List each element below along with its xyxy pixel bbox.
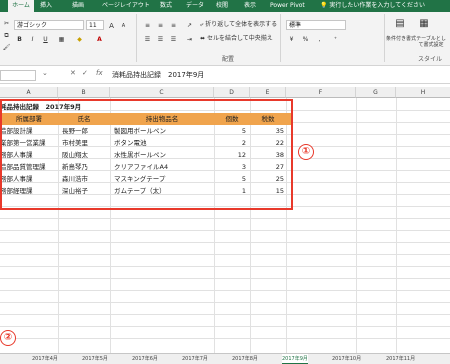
sheet-tab-bar: 2017年4月 2017年5月 2017年6月 2017年7月 2017年8月 …: [0, 353, 450, 364]
orientation-icon[interactable]: ↗: [184, 20, 195, 31]
merge-center-button[interactable]: ⬌ セルを結合して中央揃え: [200, 34, 273, 44]
shrink-font-icon[interactable]: A: [118, 20, 129, 31]
align-right-icon[interactable]: ☰: [168, 34, 179, 45]
tab-review[interactable]: 校閲: [216, 0, 228, 12]
fill-color-icon[interactable]: ◆: [74, 34, 85, 45]
sheet-tab[interactable]: 2017年8月: [232, 354, 258, 364]
borders-icon[interactable]: ▦: [56, 34, 67, 45]
merge-center-label: セルを結合して中央揃え: [206, 35, 273, 42]
ribbon-tab-bar: ホーム 挿入 描画 ページレイアウト 数式 データ 校閲 表示 Power Pi…: [0, 0, 450, 12]
ribbon-home: ✂ ⧉ 🖌 游ゴシック 11 A A B I U ▦ ◆ A ≡ ≡ ≡ ↗ ☰…: [0, 12, 450, 66]
underline-button[interactable]: U: [40, 34, 51, 45]
sheet-tab-active[interactable]: 2017年9月: [282, 354, 308, 364]
comma-icon[interactable]: ,: [314, 34, 325, 45]
tab-power-pivot[interactable]: Power Pivot: [270, 0, 305, 12]
name-box[interactable]: [0, 70, 36, 81]
tab-view[interactable]: 表示: [244, 0, 256, 12]
annotation-marker-1: ①: [298, 144, 314, 160]
align-bottom-icon[interactable]: ≡: [168, 20, 179, 31]
sheet-tab[interactable]: 2017年5月: [82, 354, 108, 364]
format-as-table-label[interactable]: テーブルとして書式設定: [414, 36, 448, 48]
conditional-format-label[interactable]: 条件付き書式: [386, 36, 416, 42]
copy-icon[interactable]: ⧉: [1, 30, 12, 41]
sheet-tab[interactable]: 2017年7月: [182, 354, 208, 364]
fx-icon[interactable]: fx: [96, 69, 103, 77]
align-left-icon[interactable]: ☰: [142, 34, 153, 45]
currency-icon[interactable]: ¥: [286, 34, 297, 45]
tab-data[interactable]: データ: [186, 0, 204, 12]
name-box-dropdown-icon[interactable]: ⌄: [42, 69, 48, 77]
percent-button[interactable]: %: [300, 34, 311, 45]
cancel-icon[interactable]: ✕: [70, 69, 76, 77]
file-tab-stub[interactable]: [0, 0, 8, 12]
column-header-f[interactable]: F: [286, 87, 356, 98]
grow-font-icon[interactable]: A: [106, 20, 117, 31]
tell-me-text: 実行したい作業を入力してください: [329, 2, 426, 9]
number-format-select[interactable]: 標準: [286, 20, 346, 30]
italic-button[interactable]: I: [27, 34, 38, 45]
sheet-tab[interactable]: 2017年6月: [132, 354, 158, 364]
font-size-select[interactable]: 11: [86, 20, 104, 30]
wrap-text-label: 折り返して全体を表示する: [205, 21, 278, 28]
tab-formulas[interactable]: 数式: [160, 0, 172, 12]
tab-page-layout[interactable]: ページレイアウト: [102, 0, 150, 12]
format-painter-icon[interactable]: 🖌: [1, 42, 12, 53]
tab-draw[interactable]: 描画: [72, 0, 84, 12]
format-as-table-icon[interactable]: ▦: [416, 18, 432, 34]
group-label-alignment: 配置: [222, 56, 235, 63]
column-header-a[interactable]: A: [0, 87, 58, 98]
cut-icon[interactable]: ✂: [1, 18, 12, 29]
column-header-c[interactable]: C: [110, 87, 214, 98]
align-middle-icon[interactable]: ≡: [155, 20, 166, 31]
column-header-g[interactable]: G: [356, 87, 396, 98]
column-header-e[interactable]: E: [250, 87, 286, 98]
sheet-tab[interactable]: 2017年11月: [386, 354, 415, 364]
highlight-box: [0, 99, 293, 210]
formula-input[interactable]: 消耗品持出記録 2017年9月: [112, 69, 204, 81]
font-color-icon[interactable]: A: [94, 34, 105, 45]
enter-icon[interactable]: ✓: [82, 69, 88, 77]
column-header-d[interactable]: D: [214, 87, 250, 98]
increase-decimal-icon[interactable]: ⁺: [330, 34, 341, 45]
wrap-text-button[interactable]: ⤶ 折り返して全体を表示する: [200, 20, 277, 30]
font-name-select[interactable]: 游ゴシック: [14, 20, 84, 30]
sheet-tab[interactable]: 2017年4月: [32, 354, 58, 364]
tab-home[interactable]: ホーム: [8, 0, 34, 12]
group-label-style: スタイル: [418, 56, 443, 63]
wrap-text-icon: ⤶: [200, 21, 204, 28]
tell-me-box[interactable]: 💡 実行したい作業を入力してください: [320, 0, 425, 12]
tab-insert[interactable]: 挿入: [40, 0, 52, 12]
column-header-b[interactable]: B: [58, 87, 110, 98]
lightbulb-icon: 💡: [320, 2, 328, 9]
indent-icon[interactable]: ⇥: [184, 34, 195, 45]
formula-bar: ⌄ ✕ ✓ fx 消耗品持出記録 2017年9月: [0, 66, 450, 84]
annotation-marker-2: ②: [0, 330, 16, 346]
column-header-h[interactable]: H: [396, 87, 450, 98]
align-center-icon[interactable]: ☰: [155, 34, 166, 45]
align-top-icon[interactable]: ≡: [142, 20, 153, 31]
conditional-format-icon[interactable]: ▤: [392, 18, 408, 34]
bold-button[interactable]: B: [14, 34, 25, 45]
sheet-tab[interactable]: 2017年10月: [332, 354, 361, 364]
merge-center-icon: ⬌: [200, 35, 206, 42]
